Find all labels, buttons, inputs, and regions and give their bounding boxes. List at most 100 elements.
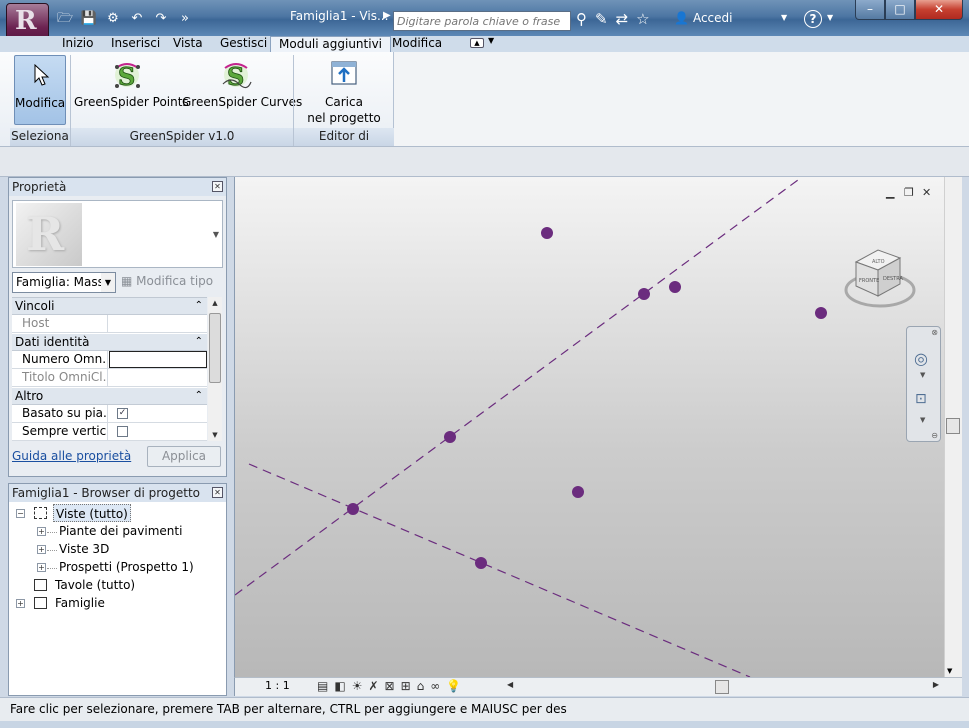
collapse-chevron-icon[interactable]: ⌃: [195, 298, 203, 314]
crop-view-icon[interactable]: ⊠: [385, 679, 395, 693]
scroll-down-icon[interactable]: ▼: [947, 667, 952, 675]
category-altro[interactable]: Altro ⌃: [12, 388, 207, 405]
undo-icon[interactable]: ↶: [127, 10, 147, 28]
open-icon[interactable]: 🗁: [55, 10, 75, 28]
viewcube-top-label[interactable]: ALTO: [872, 259, 885, 265]
scroll-thumb[interactable]: [715, 680, 729, 694]
sign-in-caret[interactable]: ▼: [781, 13, 787, 22]
scroll-left-icon[interactable]: ◀: [507, 680, 513, 689]
zoom-caret[interactable]: ▼: [920, 416, 925, 424]
category-vincoli[interactable]: Vincoli ⌃: [12, 298, 207, 315]
tab-inserisci[interactable]: Inserisci: [103, 36, 168, 52]
property-row-sempre-verticale[interactable]: Sempre vertic...: [12, 423, 207, 441]
maximize-button[interactable]: □: [885, 0, 915, 20]
view-minimize-icon[interactable]: ▁: [886, 186, 894, 199]
reference-point[interactable]: [444, 431, 456, 443]
reference-line[interactable]: [235, 177, 803, 596]
category-dati-identita[interactable]: Dati identità ⌃: [12, 334, 207, 351]
reveal-hidden-icon[interactable]: 💡: [446, 679, 461, 693]
properties-scrollbar[interactable]: ▲ ▼: [208, 297, 222, 441]
close-panel-icon[interactable]: ✕: [212, 487, 223, 498]
greenspider-curves-button[interactable]: S GreenSpider Curves: [182, 55, 302, 125]
lock-3d-view-icon[interactable]: ⌂: [417, 679, 425, 693]
exchange-icon[interactable]: ⇄: [616, 10, 629, 28]
panel-label-greenspider[interactable]: GreenSpider v1.0: [71, 128, 293, 146]
zoom-window-icon[interactable]: ⊡: [915, 391, 927, 407]
scroll-down-icon[interactable]: ▼: [208, 429, 222, 441]
panel-label-seleziona[interactable]: Seleziona: [10, 128, 70, 146]
reference-point[interactable]: [541, 227, 553, 239]
sun-path-icon[interactable]: ☀: [352, 679, 363, 693]
canvas-vertical-scrollbar[interactable]: ▼: [944, 177, 962, 677]
greenspider-points-button[interactable]: S GreenSpider Points: [74, 55, 189, 125]
reference-point[interactable]: [638, 288, 650, 300]
tree-item-tavole[interactable]: Tavole (tutto): [55, 576, 135, 594]
temporary-hide-icon[interactable]: ∞: [430, 679, 440, 693]
ribbon-minimize-icon[interactable]: ▲: [470, 38, 484, 48]
property-value-input[interactable]: [109, 351, 207, 368]
sync-icon[interactable]: ⚙: [103, 10, 123, 28]
scroll-up-icon[interactable]: ▲: [208, 297, 222, 309]
view-restore-icon[interactable]: ❐: [904, 186, 914, 199]
steering-wheel-icon[interactable]: ◎: [914, 349, 928, 368]
tab-modifica[interactable]: Modifica: [384, 36, 450, 52]
viewcube-right-label[interactable]: DESTRA: [883, 276, 904, 282]
apply-button[interactable]: Applica: [147, 446, 221, 467]
save-icon[interactable]: 💾: [79, 10, 99, 28]
reference-line[interactable]: [248, 463, 751, 677]
collapse-toggle-icon[interactable]: −: [16, 509, 25, 518]
show-crop-region-icon[interactable]: ⊞: [401, 679, 411, 693]
property-row-titolo-omniclass[interactable]: Titolo OmniCl...: [12, 369, 207, 387]
view-scale[interactable]: 1 : 1: [265, 679, 290, 692]
checkbox-checked[interactable]: ✓: [117, 408, 128, 419]
properties-help-link[interactable]: Guida alle proprietà: [12, 449, 131, 463]
tree-item-piante[interactable]: Piante dei pavimenti: [59, 522, 182, 540]
detail-level-icon[interactable]: ▤: [317, 679, 328, 693]
ribbon-options-caret[interactable]: ▼: [488, 36, 494, 45]
checkbox-unchecked[interactable]: [117, 426, 128, 437]
sign-in-button[interactable]: 👤 Accedi: [674, 11, 732, 25]
type-selector-preview[interactable]: R ▼: [12, 200, 223, 268]
help-button[interactable]: ?: [804, 10, 822, 28]
redo-icon[interactable]: ↷: [151, 10, 171, 28]
family-filter-select[interactable]: Famiglia: Massa ▼: [12, 272, 116, 293]
reference-point[interactable]: [347, 503, 359, 515]
viewcube[interactable]: ALTO FRONTE DESTRA: [842, 240, 918, 318]
binoculars-icon[interactable]: ⚲: [576, 10, 587, 28]
carica-nel-progetto-button[interactable]: Carica nel progetto: [303, 55, 385, 127]
tab-moduli-aggiuntivi[interactable]: Moduli aggiuntivi: [270, 36, 392, 53]
property-row-host[interactable]: Host: [12, 315, 207, 333]
title-expand-icon[interactable]: ▶: [383, 10, 391, 21]
expand-toggle-icon[interactable]: +: [37, 545, 46, 554]
navbar-options-icon[interactable]: ⊖: [931, 431, 938, 440]
type-selector-caret-icon[interactable]: ▼: [213, 230, 219, 239]
tab-vista[interactable]: Vista: [165, 36, 211, 52]
edit-type-button[interactable]: ▦ Modifica tipo: [121, 274, 213, 288]
scroll-thumb[interactable]: [946, 418, 960, 434]
tree-item-prospetti[interactable]: Prospetti (Prospetto 1): [59, 558, 194, 576]
tree-item-famiglie[interactable]: Famiglie: [55, 594, 105, 612]
visual-style-icon[interactable]: ◧: [334, 679, 345, 693]
help-caret[interactable]: ▼: [827, 13, 833, 22]
steering-wheel-caret[interactable]: ▼: [920, 371, 925, 379]
tab-inizio[interactable]: Inizio: [54, 36, 101, 52]
tab-gestisci[interactable]: Gestisci: [212, 36, 275, 52]
expand-toggle-icon[interactable]: +: [37, 527, 46, 536]
minimize-button[interactable]: –: [855, 0, 885, 20]
viewcube-front-label[interactable]: FRONTE: [859, 278, 879, 284]
tree-item-viste-3d[interactable]: Viste 3D: [59, 540, 109, 558]
property-row-basato-su-piano[interactable]: Basato su pia... ✓: [12, 405, 207, 423]
expand-toggle-icon[interactable]: +: [37, 563, 46, 572]
property-row-numero-omniclass[interactable]: Numero Omn...: [12, 351, 207, 369]
search-input[interactable]: [394, 12, 570, 30]
collapse-chevron-icon[interactable]: ⌃: [195, 388, 203, 404]
expand-toggle-icon[interactable]: +: [16, 599, 25, 608]
more-icon[interactable]: »: [175, 10, 195, 28]
collapse-chevron-icon[interactable]: ⌃: [195, 334, 203, 350]
close-button[interactable]: ✕: [915, 0, 963, 20]
modifica-button[interactable]: Modifica: [14, 55, 66, 125]
panel-label-editor[interactable]: Editor di famiglie: [294, 128, 394, 160]
wrench-icon[interactable]: ✎: [595, 10, 608, 28]
reference-point[interactable]: [815, 307, 827, 319]
scroll-right-icon[interactable]: ▶: [933, 680, 939, 689]
